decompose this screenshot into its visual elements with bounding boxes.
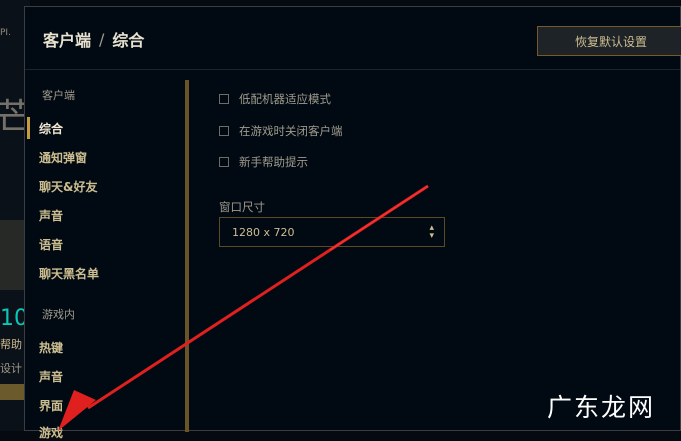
window-size-select[interactable]: 1280 x 720 ▴ ▾: [219, 217, 445, 247]
sidebar-item-ingame-sound[interactable]: 声音: [39, 368, 63, 385]
sidebar-item-hotkeys[interactable]: 热键: [39, 339, 63, 356]
sidebar-item-general[interactable]: 综合: [39, 120, 63, 137]
sidebar-scrollbar[interactable]: [185, 80, 189, 432]
breadcrumb-separator: /: [99, 29, 105, 49]
sidebar-item-chat-friends[interactable]: 聊天&好友: [39, 178, 97, 195]
active-indicator: [27, 117, 30, 139]
restore-defaults-button[interactable]: 恢复默认设置: [537, 26, 681, 56]
settings-sidebar: 客户端 综合 通知弹窗 聊天&好友 声音 语音 聊天黑名单 游戏内 热键 声音 …: [25, 70, 190, 440]
checkbox[interactable]: [219, 157, 229, 167]
background-line1: 帮助: [0, 338, 22, 351]
option-low-spec-mode[interactable]: 低配机器适应模式: [219, 91, 331, 107]
background-text: PI.: [0, 28, 11, 38]
option-label: 低配机器适应模式: [239, 92, 331, 106]
sidebar-item-notifications[interactable]: 通知弹窗: [39, 149, 87, 166]
sidebar-section-ingame: 游戏内: [42, 308, 75, 321]
sidebar-item-sound[interactable]: 声音: [39, 207, 63, 224]
sidebar-item-interface[interactable]: 界面: [39, 397, 63, 414]
sidebar-item-chat-blocklist[interactable]: 聊天黑名单: [39, 265, 99, 282]
page-title: 综合: [112, 31, 145, 50]
updown-chevron-icon: ▴ ▾: [429, 223, 434, 241]
breadcrumb-parent: 客户端: [43, 31, 92, 50]
option-label: 在游戏时关闭客户端: [239, 124, 343, 138]
window-size-value: 1280 x 720: [232, 225, 295, 239]
dialog-header: 客户端 / 综合 恢复默认设置: [25, 7, 681, 70]
sidebar-item-voice[interactable]: 语音: [39, 236, 63, 253]
window-size-label: 窗口尺寸: [219, 200, 265, 214]
option-label: 新手帮助提示: [239, 155, 308, 169]
background-line2: 设计: [0, 362, 22, 375]
sidebar-section-client: 客户端: [42, 89, 75, 102]
watermark: 广东龙网: [547, 393, 656, 422]
checkbox[interactable]: [219, 94, 229, 104]
breadcrumb: 客户端 / 综合: [43, 27, 144, 51]
option-newbie-tips[interactable]: 新手帮助提示: [219, 154, 308, 170]
checkbox[interactable]: [219, 126, 229, 136]
sidebar-item-game[interactable]: 游戏: [39, 424, 63, 441]
settings-dialog: 客户端 / 综合 恢复默认设置 客户端 综合 通知弹窗 聊天&好友 声音 语音 …: [24, 6, 681, 440]
option-close-client-ingame[interactable]: 在游戏时关闭客户端: [219, 123, 343, 139]
